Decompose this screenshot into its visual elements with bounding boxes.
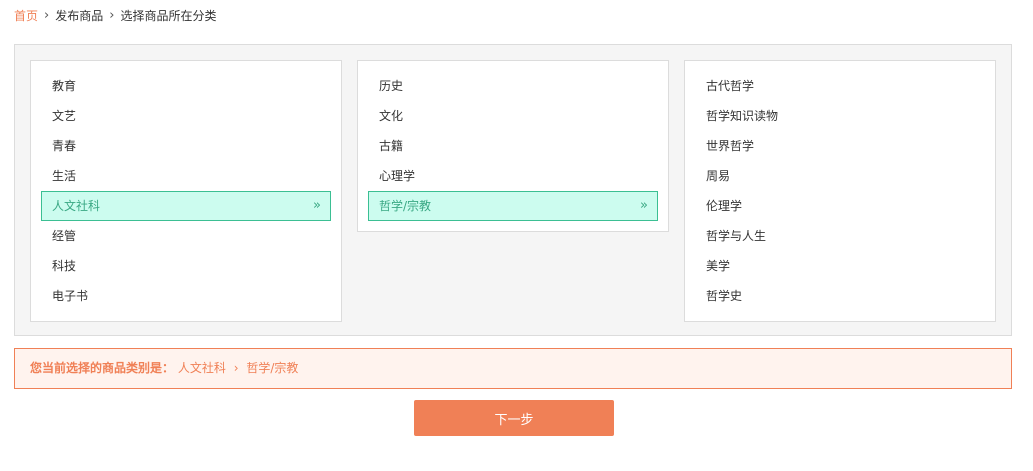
category-item[interactable]: 经管	[41, 221, 331, 251]
chevron-right-icon: ›	[109, 8, 115, 23]
category-item[interactable]: 生活	[41, 161, 331, 191]
breadcrumb-home-link[interactable]: 首页	[14, 8, 38, 24]
category-item[interactable]: 科技	[41, 251, 331, 281]
category-item-selected[interactable]: 人文社科 »	[41, 191, 331, 221]
category-item[interactable]: 心理学	[368, 161, 658, 191]
current-selection-level1: 人文社科	[177, 361, 226, 375]
category-item[interactable]: 古籍	[368, 131, 658, 161]
category-item[interactable]: 哲学史	[695, 281, 985, 311]
category-item[interactable]: 周易	[695, 161, 985, 191]
chevron-right-icon: ›	[233, 361, 239, 375]
breadcrumb-item-publish[interactable]: 发布商品	[55, 8, 103, 24]
category-item[interactable]: 世界哲学	[695, 131, 985, 161]
category-column-level2: 历史 文化 古籍 心理学 哲学/宗教 »	[357, 60, 669, 232]
category-item[interactable]: 文艺	[41, 101, 331, 131]
category-item-selected[interactable]: 哲学/宗教 »	[368, 191, 658, 221]
category-item[interactable]: 古代哲学	[695, 71, 985, 101]
double-chevron-right-icon: »	[313, 198, 321, 213]
category-item[interactable]: 青春	[41, 131, 331, 161]
current-selection-label: 您当前选择的商品类别是：	[30, 361, 175, 375]
category-column-level3: 古代哲学 哲学知识读物 世界哲学 周易 伦理学 哲学与人生 美学 哲学史	[684, 60, 996, 322]
category-item[interactable]: 历史	[368, 71, 658, 101]
category-picker: 教育 文艺 青春 生活 人文社科 » 经管 科技 电子书 历史 文化 古籍 心理…	[14, 44, 1012, 336]
category-item[interactable]: 伦理学	[695, 191, 985, 221]
category-item[interactable]: 文化	[368, 101, 658, 131]
category-item[interactable]: 美学	[695, 251, 985, 281]
current-selection-level2: 哲学/宗教	[246, 361, 299, 375]
category-item[interactable]: 教育	[41, 71, 331, 101]
category-item-label: 哲学/宗教	[379, 199, 432, 213]
chevron-right-icon: ›	[44, 8, 50, 23]
breadcrumb-item-current: 选择商品所在分类	[120, 9, 217, 23]
double-chevron-right-icon: »	[640, 198, 648, 213]
next-step-button[interactable]: 下一步	[414, 400, 614, 436]
current-selection-bar: 您当前选择的商品类别是： 人文社科 › 哲学/宗教	[14, 348, 1012, 389]
category-item[interactable]: 哲学知识读物	[695, 101, 985, 131]
breadcrumb: 首页 › 发布商品 › 选择商品所在分类	[14, 8, 216, 24]
category-item[interactable]: 电子书	[41, 281, 331, 311]
category-column-level1: 教育 文艺 青春 生活 人文社科 » 经管 科技 电子书	[30, 60, 342, 322]
category-item-label: 人文社科	[52, 199, 101, 213]
category-item[interactable]: 哲学与人生	[695, 221, 985, 251]
